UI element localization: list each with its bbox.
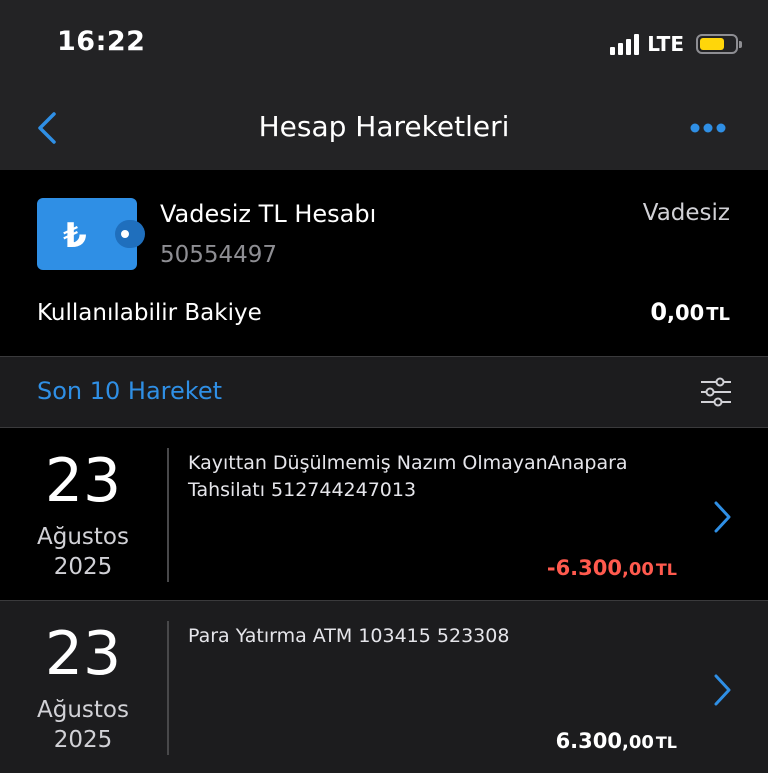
transaction-day: 23: [44, 619, 122, 689]
transaction-amount: 6.300,00 TL: [556, 729, 677, 753]
balance-cents: ,00: [667, 301, 705, 325]
transaction-year: 2025: [53, 727, 113, 753]
transactions-header: Son 10 Hareket: [0, 357, 768, 428]
amount-cents: ,00: [622, 559, 654, 580]
transaction-row[interactable]: 23 Ağustos 2025 Kayıttan Düşülmemiş Nazı…: [0, 428, 768, 600]
status-time: 16:22: [57, 26, 146, 57]
wallet-icon: ₺: [37, 198, 147, 270]
account-type: Vadesiz: [642, 200, 730, 226]
section-title: Son 10 Hareket: [37, 377, 223, 405]
balance-value: 0,00 TL: [650, 298, 730, 326]
nav-bar: Hesap Hareketleri: [0, 90, 768, 170]
date-divider: [167, 448, 169, 582]
date-divider: [167, 621, 169, 755]
transaction-month: Ağustos: [37, 524, 129, 550]
transaction-description: Para Yatırma ATM 103415 523308: [188, 625, 510, 647]
currency-symbol: ₺: [63, 216, 87, 256]
amount-currency: TL: [655, 733, 677, 752]
account-number: 50554497: [160, 242, 278, 268]
more-dots-icon[interactable]: [688, 114, 728, 142]
balance-currency: TL: [706, 304, 730, 325]
account-name: Vadesiz TL Hesabı: [160, 200, 377, 228]
transaction-month: Ağustos: [37, 697, 129, 723]
page-title: Hesap Hareketleri: [258, 110, 510, 143]
amount-main: -6.300: [546, 556, 622, 580]
account-card: ₺ Vadesiz TL Hesabı 50554497 Vadesiz Kul…: [0, 170, 768, 357]
transaction-description: Kayıttan Düşülmemiş Nazım OlmayanAnapara…: [188, 452, 628, 501]
transaction-row[interactable]: 23 Ağustos 2025 Para Yatırma ATM 103415 …: [0, 601, 768, 773]
transaction-year: 2025: [53, 554, 113, 580]
signal-icon: [610, 33, 640, 55]
balance-main: 0: [650, 298, 668, 326]
network-type: LTE: [647, 32, 684, 56]
amount-main: 6.300: [555, 729, 622, 753]
chevron-right-icon[interactable]: [712, 673, 732, 707]
balance-label: Kullanılabilir Bakiye: [37, 300, 262, 326]
status-indicators: LTE: [610, 31, 742, 57]
transaction-amount: -6.300,00 TL: [547, 556, 677, 580]
filter-sliders-icon[interactable]: [700, 377, 732, 407]
amount-cents: ,00: [622, 732, 654, 753]
status-bar: 16:22 LTE: [0, 0, 768, 90]
battery-icon: [696, 34, 742, 54]
chevron-right-icon[interactable]: [712, 500, 732, 534]
amount-currency: TL: [655, 560, 677, 579]
transaction-day: 23: [44, 446, 122, 516]
